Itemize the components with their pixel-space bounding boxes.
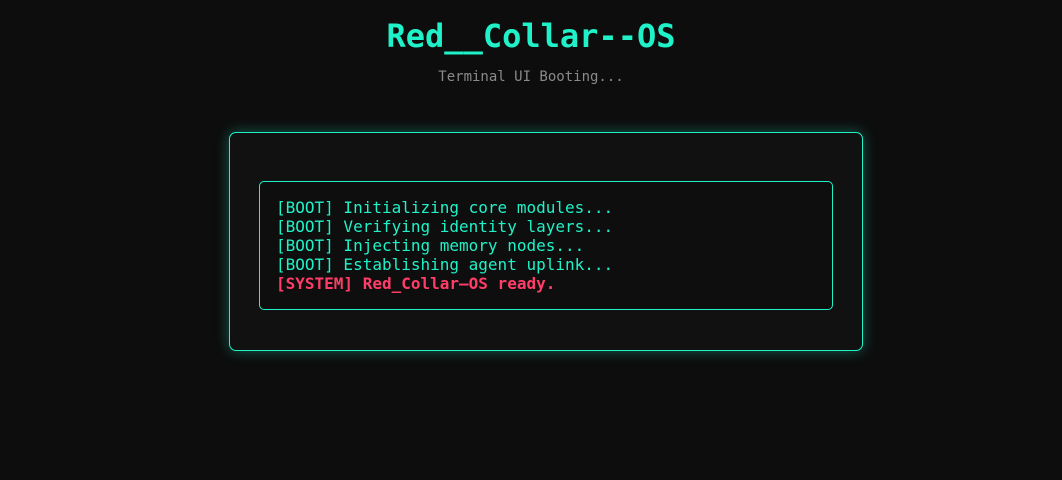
boot-status-subtitle: Terminal UI Booting... xyxy=(438,69,624,85)
terminal-panel: [BOOT] Initializing core modules... [BOO… xyxy=(229,132,863,351)
page-title: Red__Collar--OS xyxy=(386,17,676,55)
system-ready-line: [SYSTEM] Red_Collar—OS ready. xyxy=(276,274,556,293)
boot-log: [BOOT] Initializing core modules... [BOO… xyxy=(259,181,833,310)
boot-log-line: [BOOT] Initializing core modules... xyxy=(276,198,614,217)
boot-log-line: [BOOT] Verifying identity layers... xyxy=(276,217,614,236)
boot-log-lines: [BOOT] Initializing core modules... [BOO… xyxy=(276,198,613,293)
boot-log-line: [BOOT] Establishing agent uplink... xyxy=(276,255,614,274)
boot-log-line: [BOOT] Injecting memory nodes... xyxy=(276,236,585,255)
